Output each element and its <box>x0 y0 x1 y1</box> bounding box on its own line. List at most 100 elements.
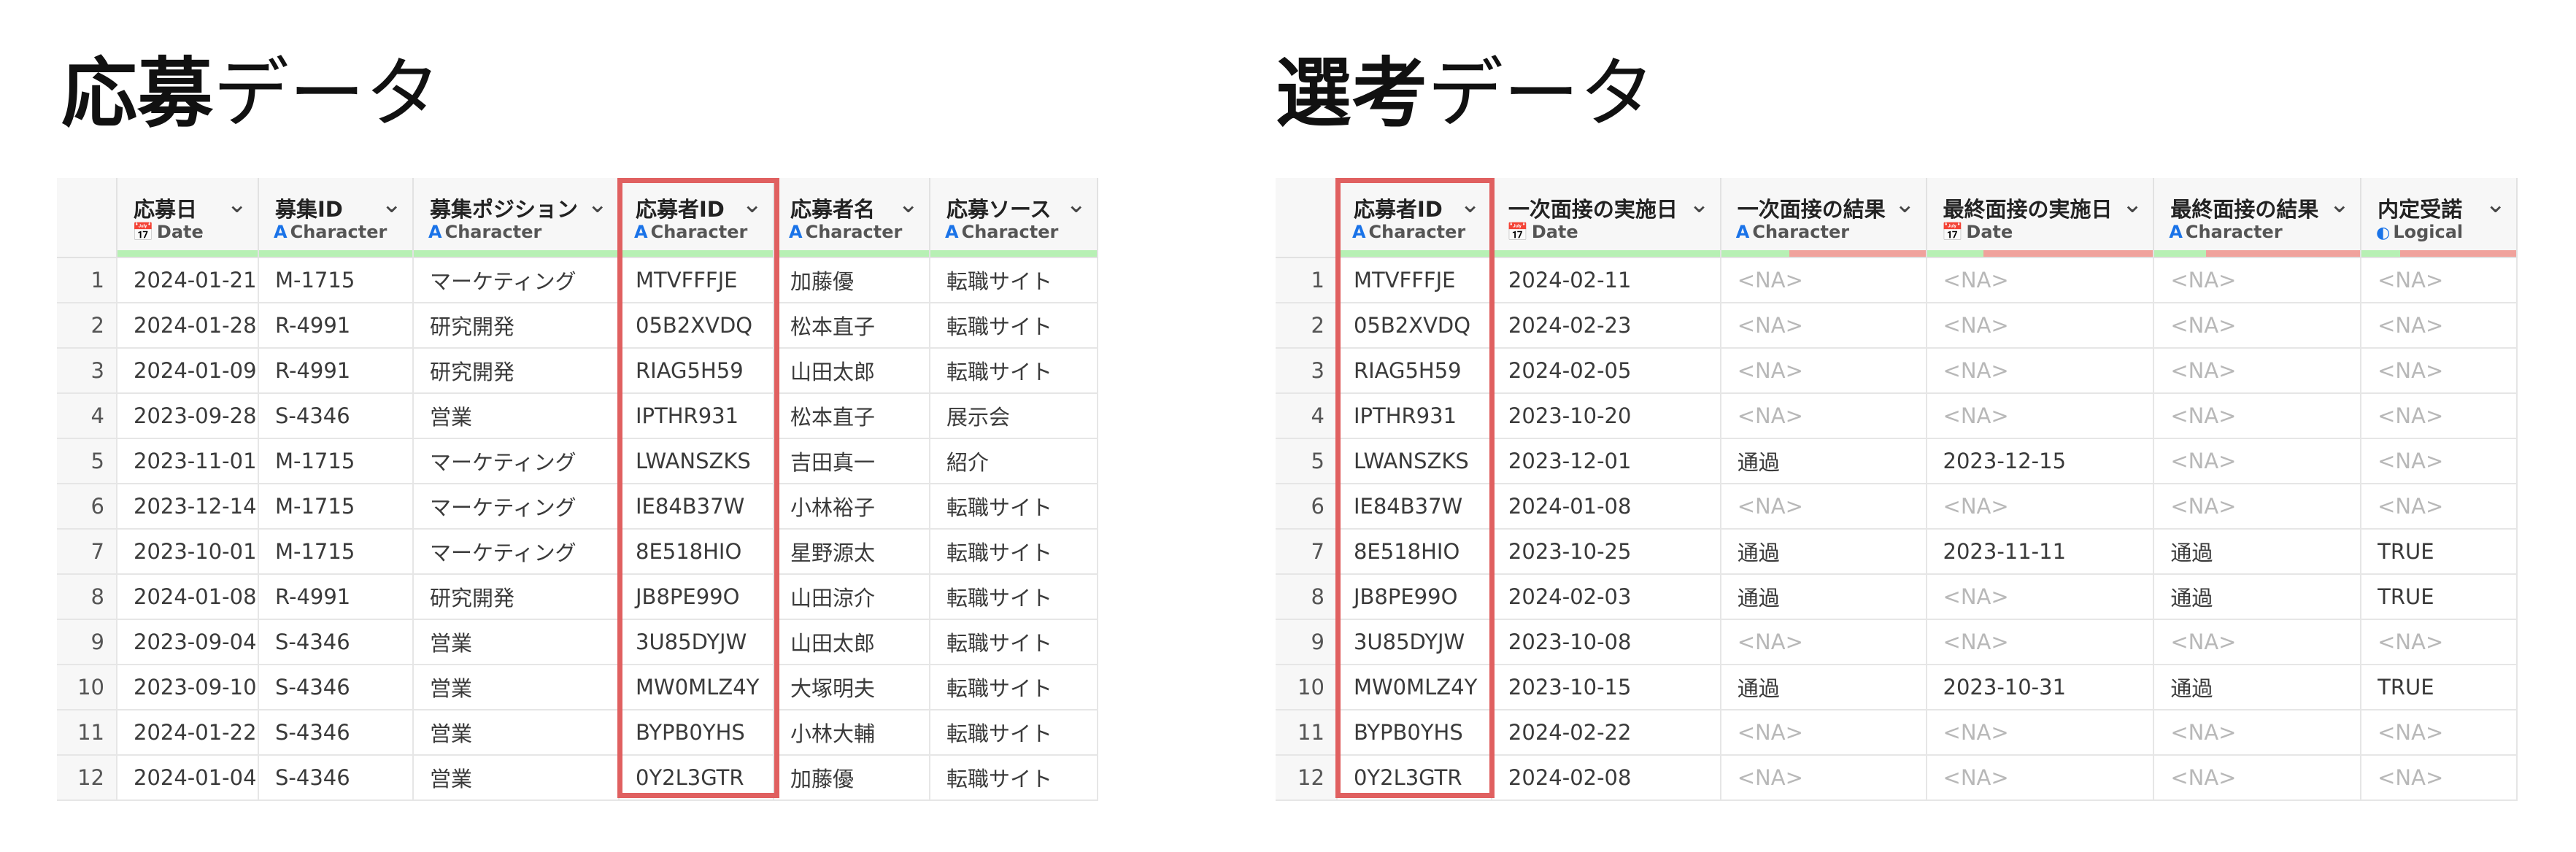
table-cell[interactable]: <NA> <box>2153 257 2362 303</box>
table-cell[interactable]: 2023-10-08 <box>1491 619 1721 665</box>
table-cell[interactable]: TRUE <box>2361 665 2518 710</box>
chevron-down-icon[interactable]: ⌄ <box>1066 190 1087 219</box>
table-cell[interactable]: <NA> <box>1926 348 2155 394</box>
table-cell[interactable]: 2023-09-04 <box>117 619 259 665</box>
table-cell[interactable]: <NA> <box>2361 755 2518 801</box>
table-cell[interactable]: マーケティング <box>413 257 620 303</box>
table-cell[interactable]: M-1715 <box>258 257 414 303</box>
table-cell[interactable]: 展示会 <box>930 393 1098 439</box>
chevron-down-icon[interactable]: ⌄ <box>2329 190 2351 219</box>
table-cell[interactable]: MTVFFFJE <box>1336 257 1492 303</box>
table-cell[interactable]: IE84B37W <box>1336 484 1492 530</box>
table-cell[interactable]: 8E518HIO <box>1336 529 1492 575</box>
table-cell[interactable]: 通過 <box>1720 438 1927 484</box>
table-cell[interactable]: <NA> <box>2153 710 2362 756</box>
table-cell[interactable]: 2024-01-08 <box>1491 484 1721 530</box>
table-cell[interactable]: <NA> <box>2153 348 2362 394</box>
table-cell[interactable]: S-4346 <box>258 665 414 710</box>
table-cell[interactable]: S-4346 <box>258 619 414 665</box>
table-cell[interactable]: 通過 <box>2153 574 2362 620</box>
table-cell[interactable]: 紹介 <box>930 438 1098 484</box>
table-cell[interactable]: 3U85DYJW <box>1336 619 1492 665</box>
table-cell[interactable]: <NA> <box>1720 619 1927 665</box>
table-cell[interactable]: 2024-02-23 <box>1491 303 1721 349</box>
table-cell[interactable]: 8E518HIO <box>619 529 774 575</box>
column-header[interactable]: 一次面接の実施日 ⌄ 📅 Date <box>1491 178 1721 258</box>
table-cell[interactable]: 通過 <box>1720 665 1927 710</box>
table-cell[interactable]: M-1715 <box>258 529 414 575</box>
table-cell[interactable]: TRUE <box>2361 574 2518 620</box>
table-cell[interactable]: <NA> <box>1720 484 1927 530</box>
table-cell[interactable]: 2023-10-25 <box>1491 529 1721 575</box>
table-cell[interactable]: <NA> <box>2361 393 2518 439</box>
chevron-down-icon[interactable]: ⌄ <box>382 190 403 219</box>
column-header[interactable]: 一次面接の結果 ⌄ A Character <box>1720 178 1927 258</box>
chevron-down-icon[interactable]: ⌄ <box>1894 190 1916 219</box>
table-cell[interactable]: RIAG5H59 <box>1336 348 1492 394</box>
table-cell[interactable]: 営業 <box>413 710 620 756</box>
table-cell[interactable]: JB8PE99O <box>1336 574 1492 620</box>
table-cell[interactable]: 研究開発 <box>413 303 620 349</box>
table-cell[interactable]: 通過 <box>2153 665 2362 710</box>
table-cell[interactable]: <NA> <box>2153 755 2362 801</box>
table-cell[interactable]: 2024-01-28 <box>117 303 259 349</box>
table-cell[interactable]: 2023-11-01 <box>117 438 259 484</box>
column-header[interactable]: 募集ID ⌄ A Character <box>258 178 414 258</box>
table-cell[interactable]: 転職サイト <box>930 619 1098 665</box>
table-cell[interactable]: <NA> <box>2361 303 2518 349</box>
table-cell[interactable]: S-4346 <box>258 755 414 801</box>
table-cell[interactable]: 転職サイト <box>930 348 1098 394</box>
table-cell[interactable]: 転職サイト <box>930 665 1098 710</box>
table-cell[interactable]: <NA> <box>2361 348 2518 394</box>
column-header[interactable]: 最終面接の実施日 ⌄ 📅 Date <box>1926 178 2155 258</box>
table-cell[interactable]: 2024-02-05 <box>1491 348 1721 394</box>
table-cell[interactable]: <NA> <box>1926 710 2155 756</box>
table-cell[interactable]: 山田涼介 <box>774 574 930 620</box>
column-header[interactable]: 応募者名 ⌄ A Character <box>774 178 930 258</box>
table-cell[interactable]: 山田太郎 <box>774 619 930 665</box>
chevron-down-icon[interactable]: ⌄ <box>2486 190 2507 219</box>
table-cell[interactable]: 0Y2L3GTR <box>1336 755 1492 801</box>
table-cell[interactable]: 2023-09-10 <box>117 665 259 710</box>
table-cell[interactable]: <NA> <box>1926 574 2155 620</box>
chevron-down-icon[interactable]: ⌄ <box>1689 190 1710 219</box>
table-cell[interactable]: MTVFFFJE <box>619 257 774 303</box>
table-cell[interactable]: 2024-01-09 <box>117 348 259 394</box>
table-cell[interactable]: M-1715 <box>258 438 414 484</box>
table-cell[interactable]: LWANSZKS <box>1336 438 1492 484</box>
table-cell[interactable]: S-4346 <box>258 710 414 756</box>
table-cell[interactable]: 2023-10-31 <box>1926 665 2155 710</box>
column-header[interactable]: 応募者ID ⌄ A Character <box>619 178 774 258</box>
table-cell[interactable]: RIAG5H59 <box>619 348 774 394</box>
table-cell[interactable]: 星野源太 <box>774 529 930 575</box>
table-cell[interactable]: <NA> <box>1926 484 2155 530</box>
table-cell[interactable]: 3U85DYJW <box>619 619 774 665</box>
table-cell[interactable]: <NA> <box>2361 710 2518 756</box>
table-cell[interactable]: <NA> <box>2361 619 2518 665</box>
table-cell[interactable]: 転職サイト <box>930 529 1098 575</box>
table-cell[interactable]: 2024-02-11 <box>1491 257 1721 303</box>
table-cell[interactable]: IE84B37W <box>619 484 774 530</box>
table-cell[interactable]: 通過 <box>1720 574 1927 620</box>
column-header[interactable]: 応募ソース ⌄ A Character <box>930 178 1098 258</box>
table-cell[interactable]: <NA> <box>2153 619 2362 665</box>
table-cell[interactable]: LWANSZKS <box>619 438 774 484</box>
table-cell[interactable]: <NA> <box>1926 619 2155 665</box>
table-cell[interactable]: <NA> <box>2361 257 2518 303</box>
table-cell[interactable]: 加藤優 <box>774 755 930 801</box>
table-cell[interactable]: マーケティング <box>413 529 620 575</box>
table-cell[interactable]: MW0MLZ4Y <box>619 665 774 710</box>
table-cell[interactable]: 小林大輔 <box>774 710 930 756</box>
table-cell[interactable]: 2023-10-15 <box>1491 665 1721 710</box>
column-header[interactable]: 募集ポジション ⌄ A Character <box>413 178 620 258</box>
table-cell[interactable]: 転職サイト <box>930 484 1098 530</box>
table-cell[interactable]: <NA> <box>2153 303 2362 349</box>
table-cell[interactable]: 小林裕子 <box>774 484 930 530</box>
table-cell[interactable]: 研究開発 <box>413 348 620 394</box>
table-cell[interactable]: <NA> <box>1720 393 1927 439</box>
column-header[interactable]: 最終面接の結果 ⌄ A Character <box>2153 178 2362 258</box>
table-cell[interactable]: 2023-12-14 <box>117 484 259 530</box>
table-cell[interactable]: 0Y2L3GTR <box>619 755 774 801</box>
table-cell[interactable]: 転職サイト <box>930 755 1098 801</box>
table-cell[interactable]: <NA> <box>1926 755 2155 801</box>
